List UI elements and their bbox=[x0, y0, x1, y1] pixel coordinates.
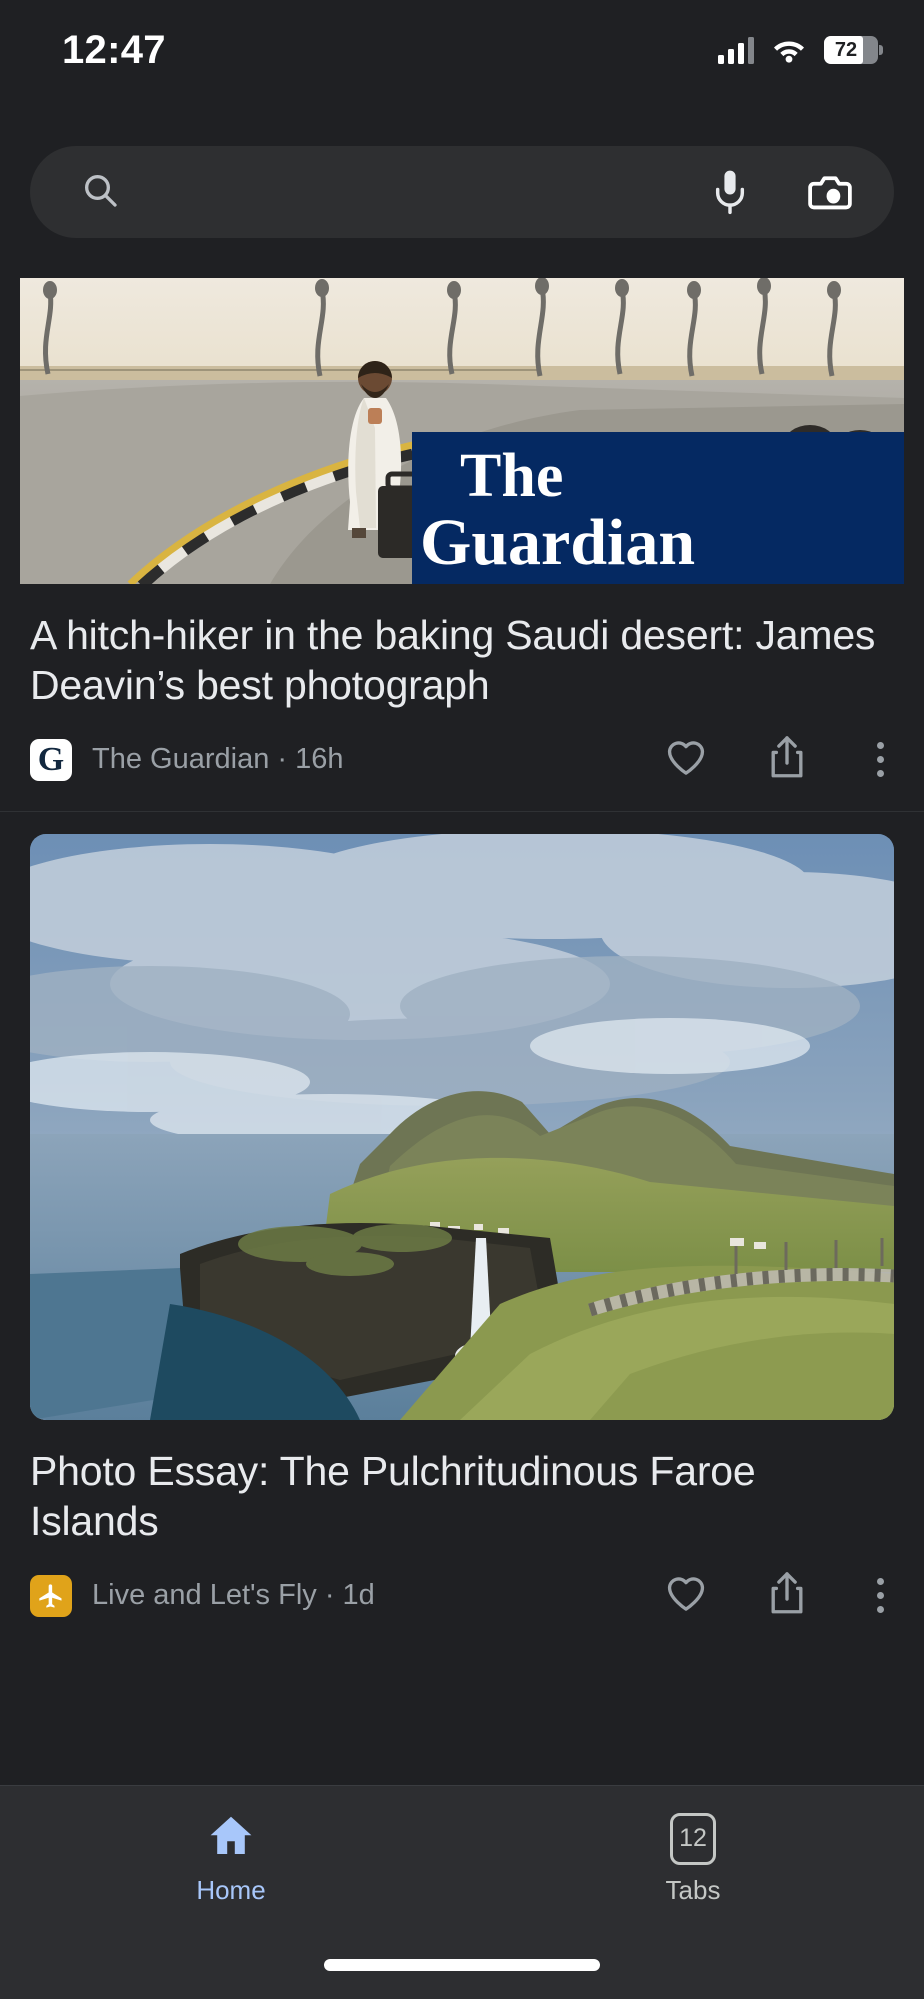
more-options-icon[interactable] bbox=[867, 1578, 894, 1613]
camera-lens-icon[interactable] bbox=[806, 171, 854, 213]
gesture-home-indicator[interactable] bbox=[324, 1959, 600, 1971]
article-headline[interactable]: A hitch-hiker in the baking Saudi desert… bbox=[0, 584, 924, 710]
guardian-favicon: G bbox=[30, 739, 72, 781]
tabs-icon: 12 bbox=[670, 1813, 716, 1865]
phone-screen: 12:47 72 bbox=[0, 0, 924, 1999]
article-source-and-time: Live and Let's Fly · 1d bbox=[92, 1579, 605, 1612]
favicon-letter: G bbox=[38, 743, 64, 777]
more-options-icon[interactable] bbox=[867, 742, 894, 777]
home-icon bbox=[206, 1812, 256, 1865]
nav-label-home: Home bbox=[196, 1875, 265, 1906]
article-actions bbox=[605, 1570, 894, 1621]
search-bar[interactable] bbox=[30, 146, 894, 238]
article-headline[interactable]: Photo Essay: The Pulchritudinous Faroe I… bbox=[0, 1420, 924, 1546]
nav-item-tabs[interactable]: 12 Tabs bbox=[462, 1786, 924, 1916]
status-icons: 72 bbox=[718, 36, 879, 64]
airplane-icon bbox=[37, 1582, 65, 1610]
share-icon[interactable] bbox=[767, 1570, 807, 1621]
article-card[interactable]: Photo Essay: The Pulchritudinous Faroe I… bbox=[0, 812, 924, 1647]
article-meta-row: G The Guardian · 16h bbox=[0, 710, 924, 811]
search-icon bbox=[80, 170, 120, 215]
battery-icon: 72 bbox=[824, 36, 878, 64]
battery-level: 72 bbox=[824, 36, 878, 64]
status-time: 12:47 bbox=[62, 28, 166, 73]
article-thumbnail-faroe-islands[interactable] bbox=[30, 834, 894, 1420]
article-thumbnail-guardian[interactable]: The Guardian bbox=[20, 278, 904, 584]
search-input[interactable] bbox=[120, 174, 710, 211]
nav-item-home[interactable]: Home bbox=[0, 1786, 462, 1916]
news-feed: The Guardian A hitch-hiker in the baking… bbox=[0, 278, 924, 1785]
status-bar: 12:47 72 bbox=[0, 0, 924, 100]
svg-text:The: The bbox=[460, 442, 563, 510]
wifi-icon bbox=[772, 37, 806, 63]
tabs-count: 12 bbox=[679, 1824, 707, 1853]
svg-text:Guardian: Guardian bbox=[420, 506, 695, 579]
nav-label-tabs: Tabs bbox=[666, 1875, 721, 1906]
live-and-lets-fly-favicon bbox=[30, 1575, 72, 1617]
microphone-icon[interactable] bbox=[710, 169, 750, 215]
article-meta-row: Live and Let's Fly · 1d bbox=[0, 1546, 924, 1647]
heart-icon[interactable] bbox=[665, 1573, 707, 1618]
bottom-navigation-bar: Home 12 Tabs bbox=[0, 1785, 924, 1999]
share-icon[interactable] bbox=[767, 734, 807, 785]
article-source-and-time: The Guardian · 16h bbox=[92, 743, 605, 776]
article-card[interactable]: The Guardian A hitch-hiker in the baking… bbox=[0, 278, 924, 811]
cellular-signal-icon bbox=[718, 37, 755, 64]
article-actions bbox=[605, 734, 894, 785]
heart-icon[interactable] bbox=[665, 737, 707, 782]
